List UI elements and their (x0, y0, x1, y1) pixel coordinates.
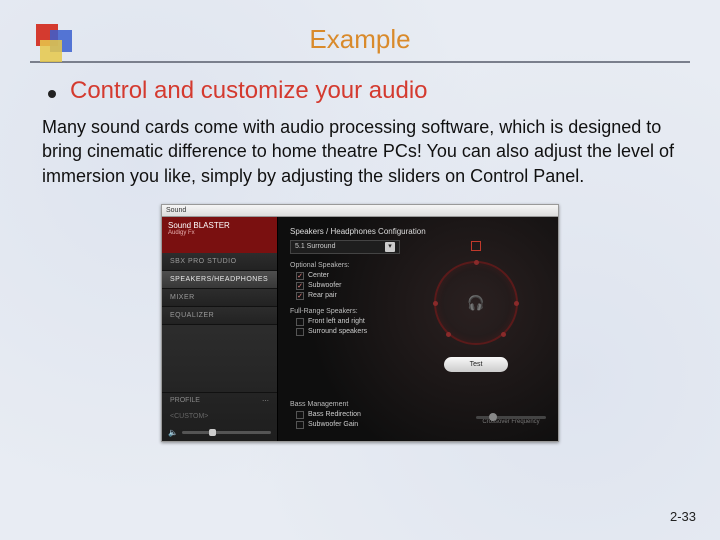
title-rule (30, 61, 690, 63)
check-icon (296, 328, 304, 336)
bullet-item: Control and customize your audio (48, 77, 682, 105)
sidebar-profile-row[interactable]: PROFILE ⋯ (162, 392, 277, 409)
check-icon (296, 421, 304, 429)
surround-dial[interactable]: 🎧 (434, 261, 518, 345)
brand-header: Sound BLASTER Audigy Fx (162, 217, 277, 253)
window-titlebar: Sound (162, 205, 558, 217)
page-number: 2-33 (670, 509, 696, 524)
app-sidebar: Sound BLASTER Audigy Fx SBX PRO STUDIO S… (162, 217, 278, 441)
checkbox-bass-redirection[interactable]: Bass Redirection (296, 411, 361, 419)
brand-line1: Sound BLASTER (168, 221, 271, 231)
stop-icon[interactable] (471, 241, 481, 251)
surround-dropdown[interactable]: 5.1 Surround ▾ (290, 240, 400, 254)
crossover-label: Crossover Frequency (476, 419, 546, 425)
profile-label: PROFILE (170, 397, 200, 405)
slide-logo (36, 24, 80, 68)
checkbox-subwoofer-gain[interactable]: Subwoofer Gain (296, 421, 361, 429)
profile-icon: ⋯ (262, 397, 269, 405)
sidebar-item-mixer[interactable]: MIXER (162, 289, 277, 307)
speaker-dial-area: 🎧 Test (416, 241, 536, 372)
speaker-icon: 🔈 (168, 428, 178, 437)
chevron-down-icon: ▾ (385, 242, 395, 252)
body-paragraph: Many sound cards come with audio process… (42, 115, 682, 188)
test-button[interactable]: Test (444, 357, 508, 372)
slide-title: Example (30, 24, 690, 55)
bullet-text: Control and customize your audio (70, 77, 428, 105)
check-icon (296, 272, 304, 280)
brand-line2: Audigy Fx (168, 230, 271, 237)
check-icon (296, 318, 304, 326)
check-icon (296, 282, 304, 290)
bass-management-group: Bass Management Bass Redirection Subwoof… (290, 401, 546, 431)
sidebar-item-equalizer[interactable]: EQUALIZER (162, 307, 277, 325)
app-main-panel: Speakers / Headphones Configuration 5.1 … (278, 217, 558, 441)
headphone-icon: 🎧 (467, 294, 484, 311)
audio-control-panel: Sound Sound BLASTER Audigy Fx SBX PRO ST… (161, 204, 559, 442)
sidebar-custom[interactable]: <CUSTOM> (162, 409, 277, 424)
dropdown-value: 5.1 Surround (295, 243, 335, 250)
volume-slider[interactable] (182, 431, 271, 434)
sidebar-item-sbx[interactable]: SBX PRO STUDIO (162, 253, 277, 271)
bass-label: Bass Management (290, 401, 546, 408)
crossover-slider[interactable] (476, 416, 546, 419)
bullet-dot-icon (48, 90, 56, 98)
check-icon (296, 411, 304, 419)
check-icon (296, 292, 304, 300)
sidebar-item-speakers[interactable]: SPEAKERS/HEADPHONES (162, 271, 277, 289)
volume-slider-row: 🔈 (162, 424, 277, 441)
config-heading: Speakers / Headphones Configuration (290, 227, 546, 236)
